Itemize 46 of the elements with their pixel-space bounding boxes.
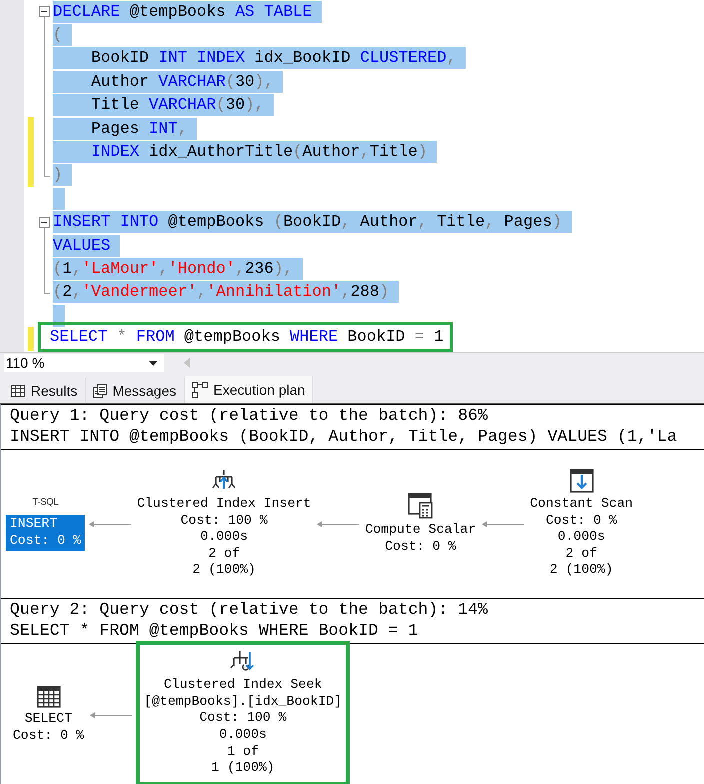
node-text: Cost: 0 % <box>385 538 456 556</box>
node-text: 2 (100%) <box>192 562 256 579</box>
node-text: Constant Scan <box>530 496 634 513</box>
node-text: Clustered Index Insert <box>137 496 312 513</box>
statement-caption: T-SQL <box>32 497 59 508</box>
zoom-dropdown[interactable]: 110 % <box>4 354 164 372</box>
grid-icon <box>11 384 25 396</box>
collapse-icon[interactable] <box>39 6 50 17</box>
table-icon[interactable] <box>36 686 61 708</box>
query-cost-text: Query 1: Query cost (relative to the batch): 86% <box>10 406 489 426</box>
down-arrow-box-icon[interactable] <box>570 469 594 494</box>
caret-icon <box>149 360 158 366</box>
node-text: Cost: 0 % <box>10 533 82 550</box>
node-text: 2 of <box>566 546 598 562</box>
node-text: 0.000s <box>219 727 267 744</box>
node-text: 0.000s <box>558 529 606 546</box>
node-text: 2 of <box>208 546 240 562</box>
node-text: Cost: 100 % <box>180 512 268 530</box>
query-statement: INSERT INTO @tempBooks (BookID, Author, Title, Pages) VALUES (1,'La <box>10 426 678 447</box>
result-tab[interactable]: Results <box>4 378 86 403</box>
query-statement: SELECT * FROM @tempBooks WHERE BookID = 1 <box>10 620 420 641</box>
node-text: SELECT <box>24 711 72 728</box>
flow-arrow <box>89 520 132 528</box>
node-text: Cost: 0 % <box>546 512 618 530</box>
query-cost-text: Query 2: Query cost (relative to the batch): 14% <box>10 600 489 620</box>
result-tab[interactable]: Execution plan <box>184 376 314 403</box>
flow-arrow <box>90 712 132 719</box>
node-text: 1 (100%) <box>212 760 275 777</box>
selected-node[interactable]: INSERT Cost: 0 % <box>6 515 86 551</box>
node-text: Compute Scalar <box>365 522 476 538</box>
result-tab[interactable]: Messages <box>86 378 184 403</box>
document-icon <box>92 384 107 398</box>
node-text: [@tempBooks].[idx_BookID] <box>144 694 342 710</box>
flow-arrow <box>317 520 360 528</box>
node-text: 0.000s <box>200 529 248 546</box>
plan-icon <box>192 382 208 398</box>
calculator-window-icon[interactable] <box>408 492 434 519</box>
flow-arrow <box>482 520 524 528</box>
collapse-icon[interactable] <box>39 216 50 228</box>
code-line: SELECT * FROM @tempBooks WHERE BookID = 1 <box>50 327 444 348</box>
node-text: Clustered Index Seek <box>164 677 322 694</box>
node-text: 2 (100%) <box>550 562 614 579</box>
node-text: Cost: 100 % <box>200 710 287 727</box>
node-text: INSERT <box>10 516 58 533</box>
node-text: Cost: 0 % <box>13 728 84 745</box>
node-text: 1 of <box>227 744 259 760</box>
